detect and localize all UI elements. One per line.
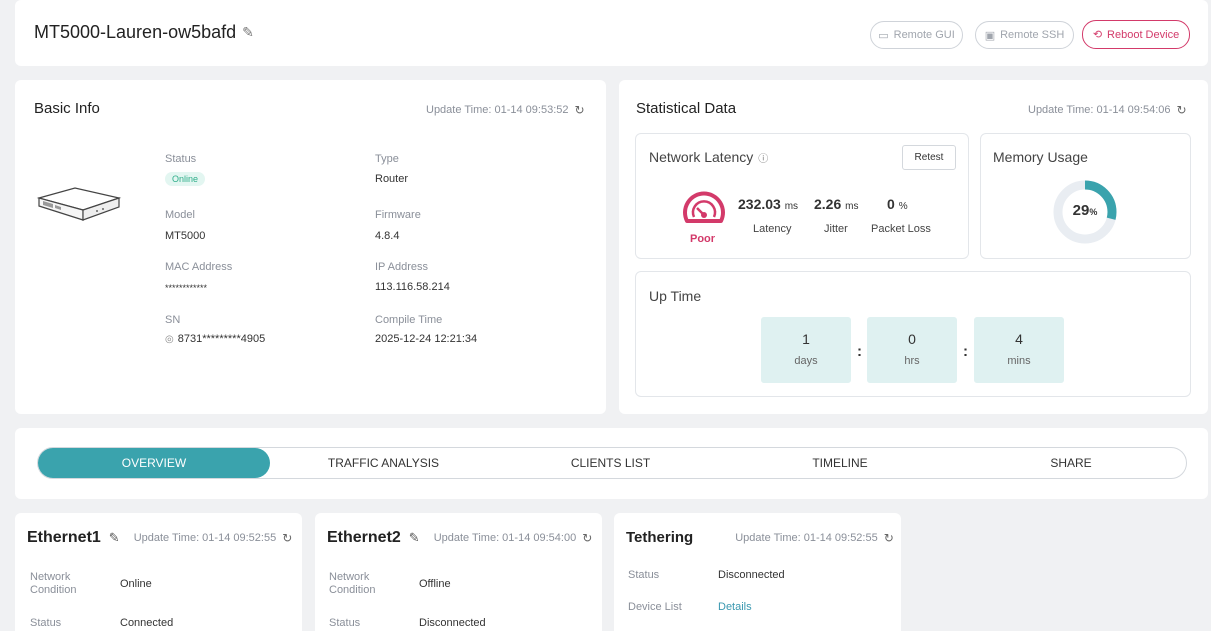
- ethernet2-title: Ethernet2: [327, 529, 401, 546]
- eye-hidden-icon[interactable]: ◎: [165, 334, 174, 345]
- memory-usage-panel: Memory Usage 29%: [980, 133, 1191, 259]
- jitter-metric: 2.26 ms: [814, 196, 859, 212]
- ethernet2-condition-value: Offline: [419, 578, 451, 590]
- sn-row: ◎ 8731*********4905: [165, 333, 265, 345]
- packet-loss-metric: 0 %: [887, 196, 908, 212]
- ethernet1-status-label: Status: [30, 617, 62, 629]
- tethering-status-value: Disconnected: [718, 569, 785, 581]
- remote-gui-button[interactable]: ▭ Remote GUI: [870, 21, 963, 49]
- edit-pencil-icon[interactable]: ✎: [109, 530, 120, 546]
- refresh-icon[interactable]: ↻: [884, 531, 894, 545]
- firmware-label: Firmware: [375, 209, 421, 221]
- basic-info-update: Update Time: 01-14 09:53:52 ↻: [426, 103, 585, 117]
- type-label: Type: [375, 153, 399, 165]
- tethering-details-link[interactable]: Details: [718, 601, 752, 613]
- compile-label: Compile Time: [375, 314, 443, 326]
- uptime-separator: :: [963, 343, 968, 360]
- tethering-status-label: Status: [628, 569, 660, 581]
- ethernet2-status-label: Status: [329, 617, 361, 629]
- ethernet1-card: Ethernet1 ✎ Update Time: 01-14 09:52:55 …: [15, 513, 302, 631]
- device-name: MT5000-Lauren-ow5bafd: [34, 22, 237, 42]
- speedometer-icon: [683, 191, 725, 223]
- status-badge: Online: [165, 172, 206, 186]
- tethering-card: Tethering Update Time: 01-14 09:52:55 ↻ …: [614, 513, 901, 631]
- edit-pencil-icon[interactable]: ✎: [242, 24, 254, 41]
- remote-ssh-button[interactable]: ▣ Remote SSH: [975, 21, 1074, 49]
- latency-rating: Poor: [690, 233, 716, 245]
- network-latency-title: Network Latency ⓘ: [649, 149, 769, 165]
- memory-usage-title: Memory Usage: [993, 149, 1088, 165]
- tab-traffic-analysis[interactable]: TRAFFIC ANALYSIS: [270, 448, 497, 478]
- statistical-data-card: Statistical Data Update Time: 01-14 09:5…: [619, 80, 1208, 414]
- tethering-title: Tethering: [626, 529, 694, 546]
- tab-clients-list[interactable]: CLIENTS LIST: [497, 448, 724, 478]
- sn-label: SN: [165, 314, 181, 326]
- mac-label: MAC Address: [165, 261, 233, 273]
- uptime-hours: 0 hrs: [867, 317, 957, 383]
- edit-pencil-icon[interactable]: ✎: [409, 530, 420, 546]
- refresh-icon[interactable]: ↻: [582, 531, 592, 545]
- ethernet2-update: Update Time: 01-14 09:54:00: [433, 532, 577, 544]
- ethernet2-condition-label: Network Condition: [329, 571, 376, 596]
- memory-value: 29%: [1072, 202, 1098, 219]
- uptime-panel: Up Time 1 days : 0 hrs : 4 mins: [635, 271, 1191, 397]
- retest-button[interactable]: Retest: [902, 145, 956, 170]
- tethering-device-list-label: Device List: [628, 601, 682, 613]
- router-image: [36, 187, 122, 221]
- tab-bar: OVERVIEW TRAFFIC ANALYSIS CLIENTS LIST T…: [37, 447, 1187, 479]
- ethernet1-condition-value: Online: [120, 578, 152, 590]
- model-label: Model: [165, 209, 195, 221]
- refresh-icon[interactable]: ↻: [282, 531, 292, 545]
- uptime-mins: 4 mins: [974, 317, 1064, 383]
- ip-value: 113.116.58.214: [375, 281, 450, 293]
- ethernet1-update: Update Time: 01-14 09:52:55: [133, 532, 277, 544]
- window-icon: ▭: [878, 29, 889, 42]
- statistical-update: Update Time: 01-14 09:54:06 ↻: [1028, 103, 1187, 117]
- ethernet2-status-value: Disconnected: [419, 617, 486, 629]
- tab-timeline[interactable]: TIMELINE: [724, 448, 956, 478]
- network-latency-panel: Network Latency ⓘ Retest Poor 232.03 ms …: [635, 133, 969, 259]
- statistical-title: Statistical Data: [636, 100, 737, 117]
- sn-value: 8731*********4905: [177, 333, 266, 345]
- device-header: MT5000-Lauren-ow5bafd ✎ ▭ Remote GUI ▣ Rem…: [15, 0, 1208, 66]
- terminal-icon: ▣: [984, 29, 996, 42]
- tab-share[interactable]: SHARE: [956, 448, 1186, 478]
- reboot-icon: ⟲: [1092, 29, 1103, 41]
- model-value: MT5000: [165, 230, 206, 242]
- status-label: Status: [165, 153, 197, 165]
- ethernet1-status-value: Connected: [120, 617, 174, 629]
- basic-info-title: Basic Info: [34, 100, 100, 117]
- uptime-title: Up Time: [649, 288, 702, 304]
- mac-value: ************: [165, 283, 208, 293]
- reboot-device-button[interactable]: ⟲ Reboot Device: [1082, 20, 1190, 49]
- latency-metric: 232.03 ms: [738, 196, 799, 212]
- refresh-icon[interactable]: ↻: [1176, 103, 1186, 117]
- ethernet1-condition-label: Network Condition: [30, 571, 77, 596]
- uptime-separator: :: [857, 343, 862, 360]
- basic-info-card: Basic Info Update Time: 01-14 09:53:52 ↻ …: [15, 80, 606, 414]
- ethernet2-card: Ethernet2 ✎ Update Time: 01-14 09:54:00 …: [315, 513, 602, 631]
- type-value: Router: [375, 173, 409, 185]
- uptime-days: 1 days: [761, 317, 851, 383]
- ethernet1-title: Ethernet1: [27, 529, 101, 546]
- ip-label: IP Address: [375, 261, 428, 273]
- refresh-icon[interactable]: ↻: [574, 103, 584, 117]
- jitter-label: Jitter: [824, 223, 848, 235]
- latency-label: Latency: [753, 223, 792, 235]
- compile-value: 2025-12-24 12:21:34: [375, 333, 478, 345]
- tethering-update: Update Time: 01-14 09:52:55: [735, 531, 878, 544]
- packet-loss-label: Packet Loss: [871, 223, 931, 235]
- info-icon[interactable]: ⓘ: [758, 150, 768, 165]
- tab-overview[interactable]: OVERVIEW: [38, 448, 270, 478]
- firmware-value: 4.8.4: [375, 230, 400, 242]
